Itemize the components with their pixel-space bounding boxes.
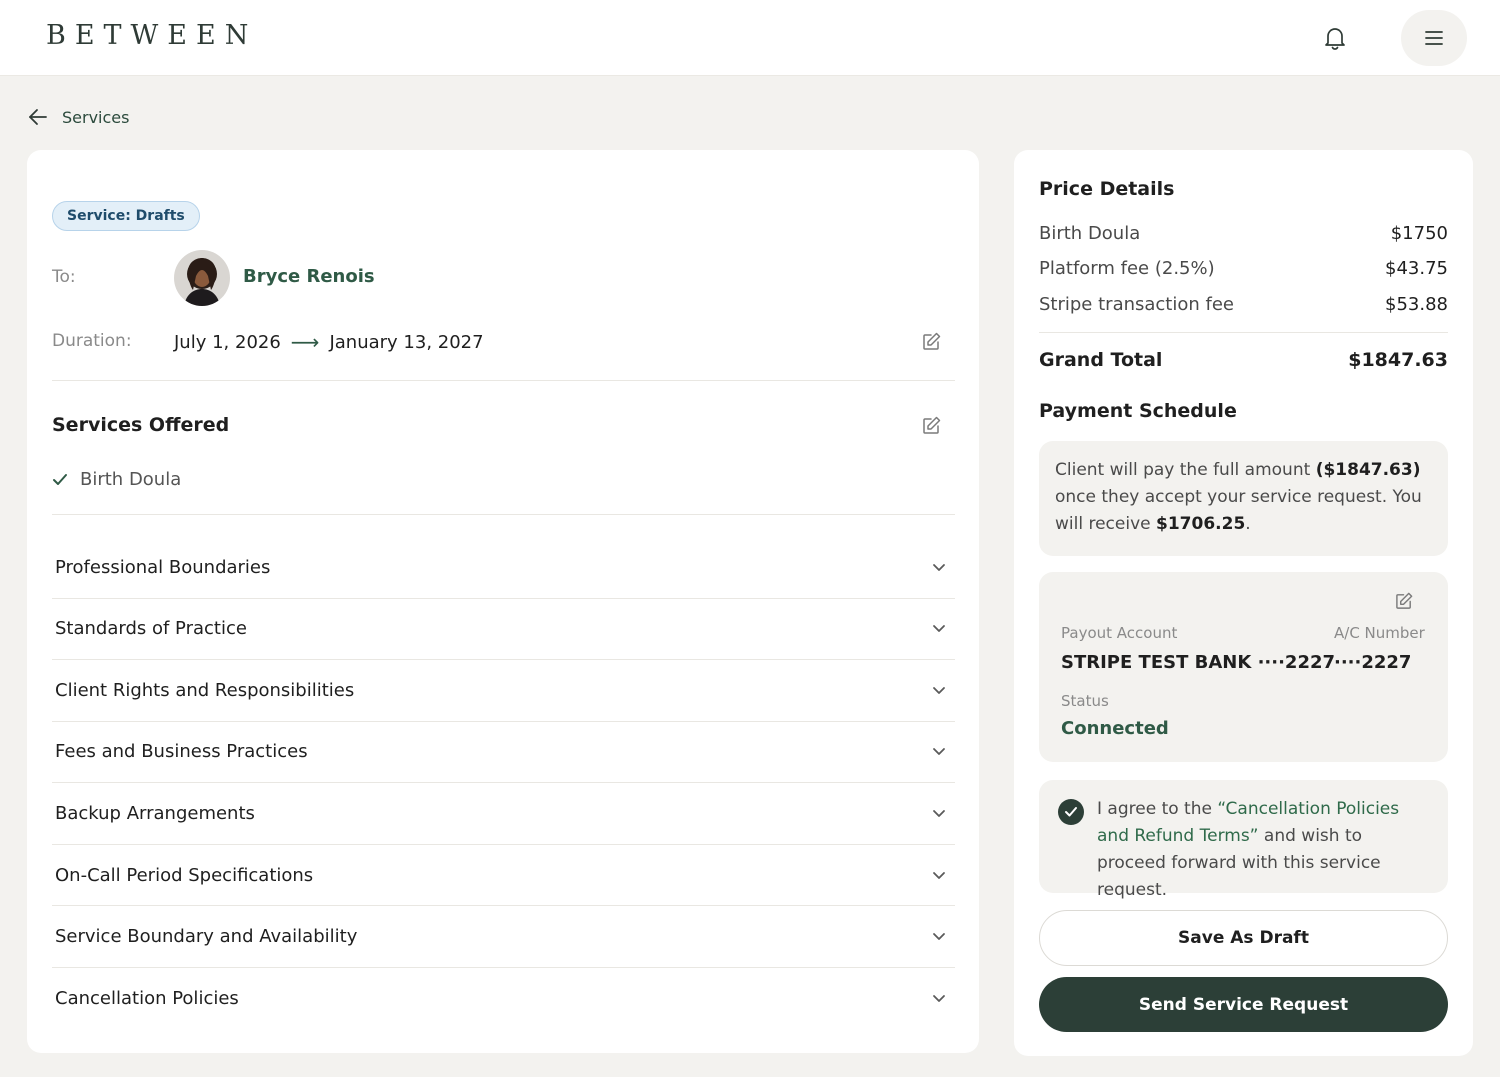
edit-duration-icon[interactable]: [921, 330, 943, 352]
recipient-name[interactable]: Bryce Renois: [243, 266, 375, 287]
price-row: Birth Doula $1750: [1039, 223, 1448, 244]
payment-schedule-title: Payment Schedule: [1039, 400, 1237, 422]
back-link-label[interactable]: Services: [62, 108, 129, 127]
grand-total-amount: $1847.63: [1348, 349, 1448, 371]
agreement-box: I agree to the “Cancellation Policies an…: [1039, 780, 1448, 900]
send-service-request-button[interactable]: Send Service Request: [1039, 977, 1448, 1032]
ac-number-label: A/C Number: [1334, 624, 1425, 642]
price-amount: $1750: [1390, 223, 1448, 244]
grand-total-row: Grand Total $1847.63: [1039, 349, 1448, 371]
accordion-label: On-Call Period Specifications: [55, 864, 314, 886]
check-icon: [1065, 807, 1077, 817]
service-offered-label: Birth Doula: [80, 469, 182, 490]
agree-checkbox[interactable]: [1058, 799, 1084, 825]
accordion-professional-boundaries[interactable]: Professional Boundaries: [52, 536, 955, 598]
price-details-title: Price Details: [1039, 178, 1175, 200]
chevron-down-icon: [933, 687, 945, 694]
start-date: July 1, 2026: [174, 331, 281, 353]
save-as-draft-button[interactable]: Save As Draft: [1039, 910, 1448, 966]
payment-schedule-box: Client will pay the full amount ($1847.6…: [1039, 441, 1448, 556]
accordion-standards-of-practice[interactable]: Standards of Practice: [52, 597, 955, 659]
end-date: January 13, 2027: [329, 331, 484, 353]
chevron-down-icon: [933, 810, 945, 817]
accordion-label: Cancellation Policies: [55, 987, 239, 1009]
status-value: Connected: [1061, 718, 1169, 739]
accordion-client-rights[interactable]: Client Rights and Responsibilities: [52, 659, 955, 721]
price-label: Birth Doula: [1039, 223, 1141, 244]
bell-icon[interactable]: [1321, 24, 1349, 52]
price-row: Stripe transaction fee $53.88: [1039, 294, 1448, 315]
arrow-right-icon: ⟶: [290, 330, 320, 354]
accordion-label: Service Boundary and Availability: [55, 925, 358, 947]
price-details-card: Price Details Birth Doula $1750 Platform…: [1014, 150, 1473, 1056]
grand-total-label: Grand Total: [1039, 349, 1163, 371]
payout-account-value: STRIPE TEST BANK ····2227: [1061, 652, 1336, 673]
accordion-label: Client Rights and Responsibilities: [55, 679, 355, 701]
agreement-text: I agree to the “Cancellation Policies an…: [1097, 799, 1400, 900]
to-label: To:: [52, 267, 76, 287]
accordion-service-boundary[interactable]: Service Boundary and Availability: [52, 905, 955, 967]
full-amount: ($1847.63): [1315, 460, 1421, 480]
chevron-down-icon: [933, 748, 945, 755]
chevron-down-icon: [933, 872, 945, 879]
price-amount: $43.75: [1385, 258, 1448, 279]
price-label: Platform fee (2.5%): [1039, 258, 1215, 279]
service-offered-item: Birth Doula: [52, 469, 181, 490]
check-icon: [53, 473, 67, 485]
duration-label: Duration:: [52, 331, 132, 351]
accordion-cancellation-policies[interactable]: Cancellation Policies: [52, 967, 955, 1029]
hamburger-menu-icon[interactable]: [1401, 10, 1467, 66]
price-label: Stripe transaction fee: [1039, 294, 1234, 315]
payment-schedule-text: Client will pay the full amount ($1847.6…: [1055, 460, 1422, 534]
price-amount: $53.88: [1385, 294, 1448, 315]
chevron-down-icon: [933, 995, 945, 1002]
divider: [52, 514, 955, 515]
accordion-label: Standards of Practice: [55, 617, 247, 639]
edit-payout-icon[interactable]: [1393, 589, 1415, 611]
price-row: Platform fee (2.5%) $43.75: [1039, 258, 1448, 279]
accordion-label: Backup Arrangements: [55, 802, 255, 824]
back-to-services-link[interactable]: Services: [28, 104, 129, 130]
duration-range: July 1, 2026 ⟶ January 13, 2027: [174, 330, 484, 354]
service-details-card: Service: Drafts To: Bryce Renois Duratio…: [27, 150, 979, 1053]
arrow-left-icon: [29, 109, 47, 125]
receive-amount: $1706.25: [1156, 514, 1246, 534]
payout-account-box: Payout Account A/C Number STRIPE TEST BA…: [1039, 572, 1448, 762]
divider: [52, 380, 955, 381]
accordion-on-call-period[interactable]: On-Call Period Specifications: [52, 844, 955, 906]
chevron-down-icon: [933, 625, 945, 632]
accordion-backup-arrangements[interactable]: Backup Arrangements: [52, 782, 955, 844]
divider: [1039, 332, 1448, 333]
accordion-label: Professional Boundaries: [55, 556, 271, 578]
accordion-label: Fees and Business Practices: [55, 740, 308, 762]
status-label: Status: [1061, 692, 1109, 710]
payout-account-label: Payout Account: [1061, 624, 1178, 642]
edit-services-icon[interactable]: [921, 414, 943, 436]
top-bar: BETWEEN: [0, 0, 1500, 76]
ac-number-value: ····2227: [1334, 652, 1412, 673]
app-logo[interactable]: BETWEEN: [46, 20, 257, 51]
services-offered-title: Services Offered: [52, 414, 230, 436]
chevron-down-icon: [933, 564, 945, 571]
avatar: [174, 250, 230, 306]
accordion-fees-business-practices[interactable]: Fees and Business Practices: [52, 720, 955, 782]
chevron-down-icon: [933, 933, 945, 940]
status-badge: Service: Drafts: [52, 201, 200, 231]
